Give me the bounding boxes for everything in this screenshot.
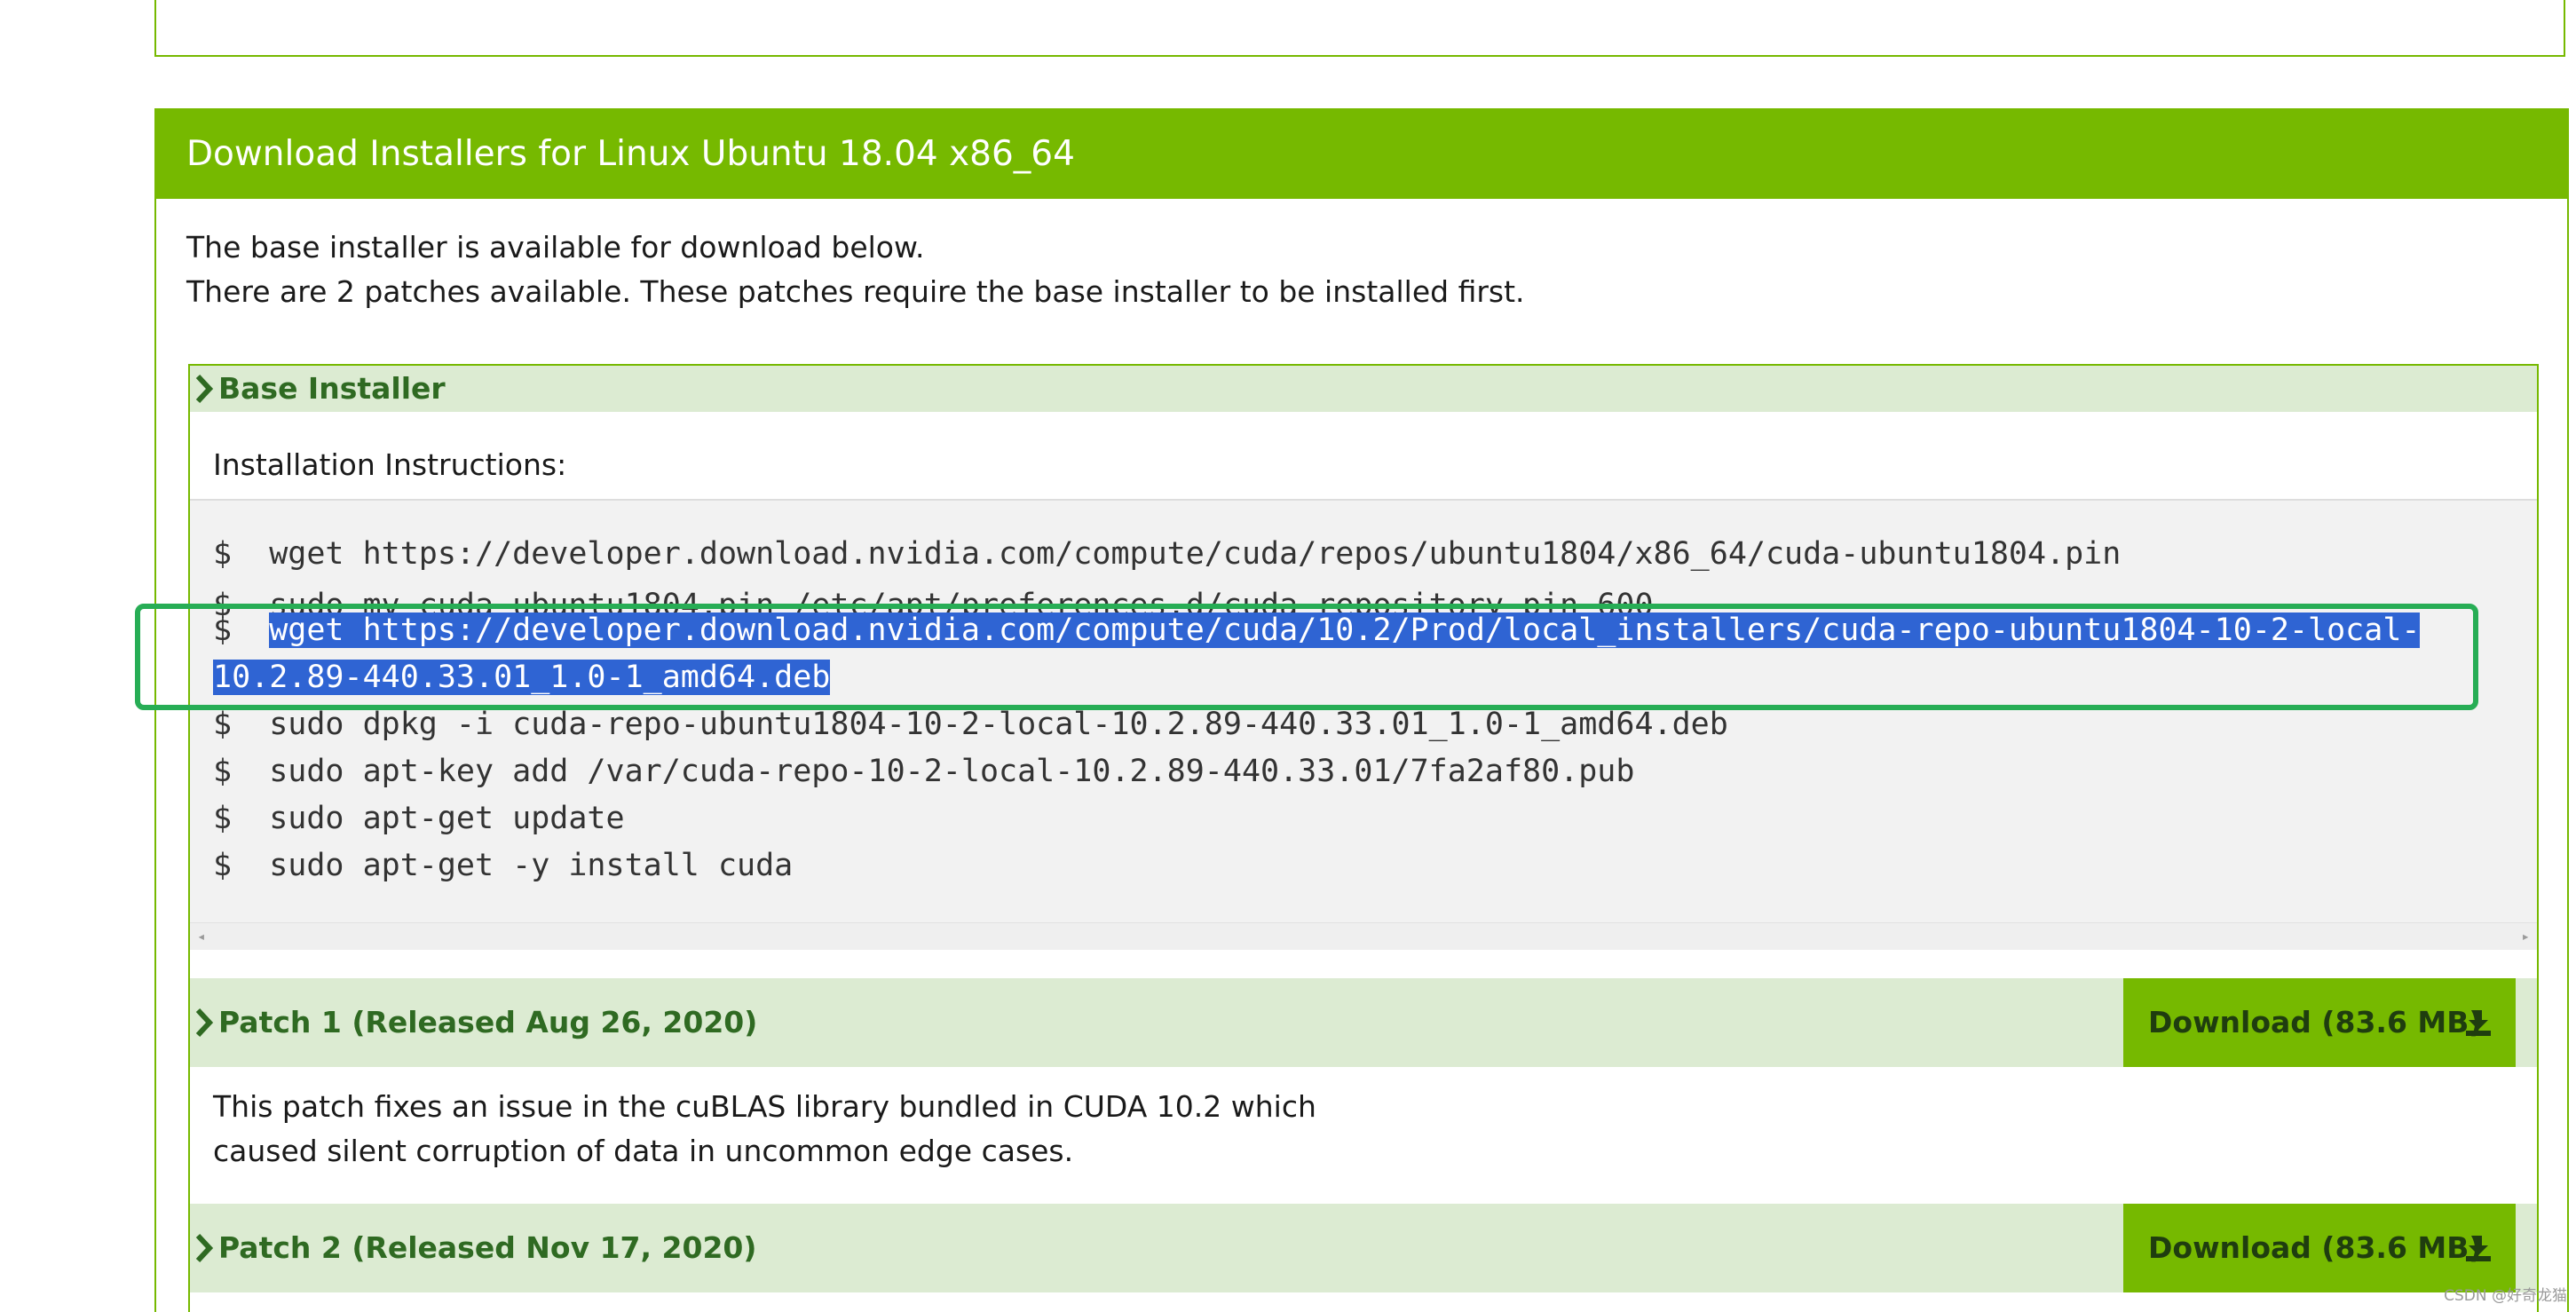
- command-line-3[interactable]: $ wget https://developer.download.nvidia…: [213, 607, 2421, 654]
- chevron-right-icon: [195, 1008, 214, 1038]
- scroll-left-arrow-icon[interactable]: ◂: [197, 929, 206, 944]
- command-line-4[interactable]: $ sudo dpkg -i cuda-repo-ubuntu1804-10-2…: [213, 701, 1728, 748]
- download-icon: [2466, 1010, 2491, 1036]
- intro-line-1: The base installer is available for down…: [186, 230, 925, 265]
- patch-1-description: This patch fixes an issue in the cuBLAS …: [213, 1085, 1316, 1174]
- command-line-3-continued[interactable]: 10.2.89-440.33.01_1.0-1_amd64.deb: [213, 654, 831, 701]
- patch-2-title: Patch 2 (Released Nov 17, 2020): [218, 1230, 757, 1265]
- installation-instructions-label: Installation Instructions:: [213, 447, 567, 482]
- chevron-right-icon: [195, 374, 214, 404]
- download-button-label: Download (83.6 MB): [2148, 1230, 2483, 1265]
- intro-text: The base installer is available for down…: [186, 225, 1525, 314]
- command-line-1[interactable]: $ wget https://developer.download.nvidia…: [213, 531, 2121, 578]
- selected-command-text[interactable]: wget https://developer.download.nvidia.c…: [269, 613, 2421, 648]
- download-button-label: Download (83.6 MB): [2148, 1005, 2483, 1039]
- chevron-right-icon: [195, 1233, 214, 1263]
- section-title: Download Installers for Linux Ubuntu 18.…: [156, 110, 2567, 199]
- base-installer-header[interactable]: Base Installer: [190, 366, 2537, 412]
- patch-1-description-line-1: This patch fixes an issue in the cuBLAS …: [213, 1089, 1316, 1124]
- patch-2-header[interactable]: Patch 2 (Released Nov 17, 2020) Download…: [190, 1204, 2537, 1292]
- command-prompt: $: [213, 613, 270, 648]
- patch-2-download-button[interactable]: Download (83.6 MB): [2123, 1204, 2516, 1292]
- intro-line-2: There are 2 patches available. These pat…: [186, 274, 1525, 309]
- page: Download Installers for Linux Ubuntu 18.…: [0, 0, 2576, 1312]
- install-commands-codeblock[interactable]: $ wget https://developer.download.nvidia…: [190, 499, 2537, 950]
- patch-1-header[interactable]: Patch 1 (Released Aug 26, 2020) Download…: [190, 978, 2537, 1067]
- download-installers-section: Download Installers for Linux Ubuntu 18.…: [154, 108, 2569, 1312]
- download-icon: [2466, 1236, 2491, 1261]
- patch-1-description-line-2: caused silent corruption of data in unco…: [213, 1134, 1074, 1168]
- installer-panel: Base Installer Installation Instructions…: [188, 364, 2539, 1312]
- patch-1-download-button[interactable]: Download (83.6 MB): [2123, 978, 2516, 1067]
- watermark: CSDN @好奇龙猫: [2444, 1287, 2567, 1305]
- command-line-6[interactable]: $ sudo apt-get update: [213, 795, 625, 842]
- selected-command-text-continued[interactable]: 10.2.89-440.33.01_1.0-1_amd64.deb: [213, 660, 831, 695]
- patch-1-title: Patch 1 (Released Aug 26, 2020): [218, 1005, 758, 1039]
- horizontal-scrollbar[interactable]: ◂ ▸: [190, 922, 2537, 950]
- scroll-right-arrow-icon[interactable]: ▸: [2521, 929, 2530, 944]
- command-line-7[interactable]: $ sudo apt-get -y install cuda: [213, 842, 793, 889]
- base-installer-title: Base Installer: [218, 371, 446, 406]
- previous-panel: [154, 0, 2565, 57]
- command-line-5[interactable]: $ sudo apt-key add /var/cuda-repo-10-2-l…: [213, 748, 1634, 795]
